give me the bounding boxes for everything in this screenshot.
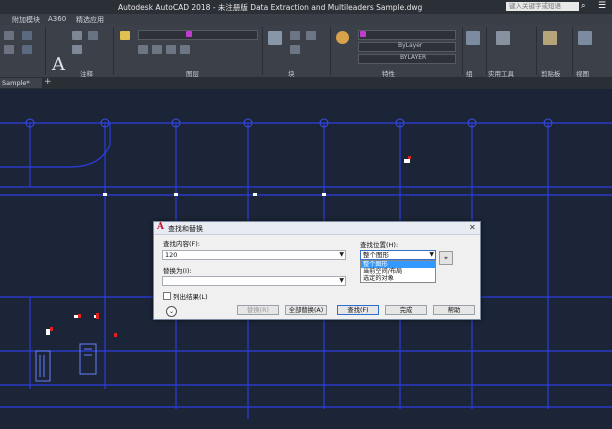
chevron-down-icon[interactable]: ▼ [339,277,344,285]
match-properties-icon[interactable] [336,31,349,44]
dialog-title-bar[interactable]: A 查找和替换 ✕ [154,222,480,235]
done-button[interactable]: 完成 [385,305,427,315]
list-results-checkbox[interactable] [163,292,171,300]
leader-icon[interactable] [72,45,82,54]
new-tab-plus-icon[interactable]: + [44,77,52,87]
help-search-input[interactable]: 键入关键字或短语 [506,2,579,11]
expand-options-button[interactable]: ⌄ [166,306,177,317]
create-block-icon[interactable] [290,31,300,40]
select-objects-button[interactable]: ⌖ [439,251,453,265]
ribbon-tab-a360[interactable]: A360 [48,15,66,23]
option-selected-objects[interactable]: 选定的对象 [361,275,435,282]
cursor-pick-icon: ⌖ [444,254,448,262]
color-dropdown[interactable] [358,30,456,40]
user-icon[interactable]: ☰ [598,1,606,11]
layer-dropdown[interactable] [138,30,258,40]
autocad-logo-icon: A [157,222,164,232]
ribbon-tab-bar: 附加模块 A360 精选应用 [0,14,612,25]
ribbon-tab-featured-apps[interactable]: 精选应用 [76,15,104,25]
search-icon[interactable]: ⌕ [581,1,593,12]
layer-freeze-icon[interactable] [180,45,190,54]
chevron-down-icon[interactable]: ▼ [339,251,344,259]
layer-state-icon[interactable] [138,45,148,54]
find-value: 120 [165,251,178,259]
paste-icon[interactable] [543,31,557,45]
edit-block-icon[interactable] [290,45,300,54]
dimension-icon[interactable] [72,31,82,40]
move-icon[interactable] [22,31,32,40]
layer-properties-icon[interactable] [120,31,130,40]
document-tab-sample[interactable]: Sample* [0,78,42,88]
window-title: Autodesk AutoCAD 2018 - 未注册版 Data Extrac… [118,3,423,12]
color-swatch-icon [360,31,366,37]
close-icon[interactable]: ✕ [469,223,476,232]
option-current-space[interactable]: 当前空间/布局 [361,268,435,275]
draw-icon[interactable] [4,31,14,40]
find-label: 查找内容(F): [163,240,201,248]
replace-all-button[interactable]: 全部替换(A) [285,305,327,315]
dialog-title: 查找和替换 [168,225,203,233]
document-tab-bar: Sample* + [0,77,612,89]
text-icon[interactable]: A [52,54,65,75]
group-icon[interactable] [466,31,480,45]
replace-input[interactable]: ▼ [162,276,346,286]
ribbon-panel: A 注释 图层 块 ByLayer BYLAYER 特性 组 实用工具 剪贴板 … [0,25,612,78]
option-entire-drawing[interactable]: 整个图形 [361,261,435,268]
find-where-select[interactable]: 整个图形 ▼ [360,250,436,260]
list-results-label: 列出结果(L) [173,293,208,301]
find-where-value: 整个图形 [363,251,389,259]
lineweight-value: BYLAYER [400,54,427,61]
measure-icon[interactable] [496,31,510,45]
replace-button[interactable]: 替换(R) [237,305,279,315]
replace-label: 替换为(I): [163,267,192,275]
find-input[interactable]: 120 ▼ [162,250,346,260]
layer-color-icon [186,31,192,37]
help-button[interactable]: 帮助 [433,305,475,315]
linetype-value: ByLayer [398,42,423,49]
block-attribute-icon[interactable] [306,31,316,40]
copy-icon[interactable] [22,45,32,54]
find-where-options-list[interactable]: 整个图形 当前空间/布局 选定的对象 [360,260,436,283]
ribbon-tab-addins[interactable]: 附加模块 [12,15,40,25]
find-button[interactable]: 查找(F) [337,305,379,315]
title-bar: Autodesk AutoCAD 2018 - 未注册版 Data Extrac… [0,0,612,14]
layer-isolate-icon[interactable] [166,45,176,54]
layer-off-icon[interactable] [152,45,162,54]
find-replace-dialog: A 查找和替换 ✕ 查找内容(F): 120 ▼ 替换为(I): ▼ 查找位置(… [153,221,481,320]
table-icon[interactable] [88,31,98,40]
chevron-down-icon[interactable]: ▼ [429,251,434,259]
find-where-label: 查找位置(H): [360,241,399,249]
insert-block-icon[interactable] [268,31,282,45]
modify-icon[interactable] [4,45,14,54]
view-icon[interactable] [578,31,592,45]
chevron-down-icon: ⌄ [168,308,175,315]
